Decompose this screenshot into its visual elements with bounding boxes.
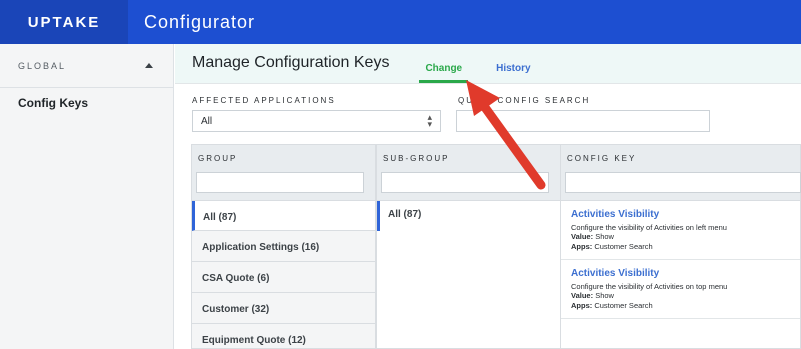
group-item[interactable]: Application Settings (16) [192, 231, 375, 262]
quick-search-label: QUICK CONFIG SEARCH [458, 96, 591, 105]
value-label: Value: [571, 232, 594, 241]
config-key-apps: Customer Search [594, 242, 653, 251]
sidebar: GLOBAL Config Keys [0, 44, 174, 349]
config-key-description: Configure the visibility of Activities o… [571, 223, 727, 232]
page-header: Manage Configuration Keys Change History [175, 44, 801, 84]
config-key-apps: Customer Search [594, 301, 653, 310]
config-key-column-title: CONFIG KEY [567, 154, 637, 163]
config-key-apps-line: Apps: Customer Search [571, 301, 790, 311]
brand-area[interactable]: UPTAKE [0, 0, 128, 44]
affected-apps-select[interactable]: All ▴ ▾ [192, 110, 441, 132]
top-bar: UPTAKE Configurator [0, 0, 801, 44]
quick-search-input[interactable] [456, 110, 710, 132]
affected-apps-label: AFFECTED APPLICATIONS [192, 96, 336, 105]
affected-apps-value: All [201, 116, 213, 127]
subgroup-column: SUB-GROUP All (87) [376, 144, 561, 349]
config-key-description: Configure the visibility of Activities o… [571, 282, 728, 291]
page-title: Manage Configuration Keys [192, 54, 390, 71]
config-key-item[interactable]: Activities Visibility Configure the visi… [561, 260, 800, 319]
filters-bar: AFFECTED APPLICATIONS QUICK CONFIG SEARC… [175, 94, 801, 134]
group-item[interactable]: Equipment Quote (12) [192, 324, 375, 349]
config-key-value-line: Value: Show [571, 291, 790, 301]
config-key-item[interactable]: Activities Visibility Configure the visi… [561, 201, 800, 260]
value-label: Value: [571, 291, 594, 300]
select-arrows-icon: ▴ ▾ [427, 112, 432, 129]
caret-up-icon[interactable] [145, 63, 153, 68]
apps-label: Apps: [571, 301, 593, 310]
config-key-title[interactable]: Activities Visibility [571, 209, 790, 220]
subgroup-column-title: SUB-GROUP [383, 154, 450, 163]
config-key-title[interactable]: Activities Visibility [571, 268, 790, 279]
group-filter-input[interactable] [196, 172, 364, 193]
sidebar-item-config-keys[interactable]: Config Keys [0, 88, 173, 118]
subgroup-item[interactable]: All (87) [377, 201, 551, 231]
main-content: Manage Configuration Keys Change History… [175, 44, 801, 349]
group-column: GROUP All (87) Application Settings (16)… [191, 144, 376, 349]
config-key-value-line: Value: Show [571, 232, 790, 242]
app-title: Configurator [144, 12, 256, 32]
config-grid: GROUP All (87) Application Settings (16)… [191, 144, 801, 349]
uptake-logo: UPTAKE [27, 13, 101, 31]
config-key-column: CONFIG KEY Activities Visibility Configu… [560, 144, 801, 349]
group-item[interactable]: CSA Quote (6) [192, 262, 375, 293]
group-item[interactable]: All (87) [192, 201, 375, 231]
tab-change[interactable]: Change [419, 63, 469, 83]
config-key-value: Show [595, 291, 614, 300]
apps-label: Apps: [571, 242, 593, 251]
sidebar-section-global[interactable]: GLOBAL [0, 44, 173, 88]
config-key-filter-input[interactable] [565, 172, 801, 193]
group-item[interactable]: Customer (32) [192, 293, 375, 324]
group-column-header: GROUP [192, 145, 375, 201]
config-key-column-header: CONFIG KEY [561, 145, 801, 201]
sidebar-section-label: GLOBAL [18, 60, 67, 71]
subgroup-filter-input[interactable] [381, 172, 549, 193]
subgroup-column-header: SUB-GROUP [377, 145, 560, 201]
config-key-value: Show [595, 232, 614, 241]
group-column-title: GROUP [198, 154, 238, 163]
tab-history[interactable]: History [490, 63, 536, 83]
config-key-apps-line: Apps: Customer Search [571, 242, 790, 252]
